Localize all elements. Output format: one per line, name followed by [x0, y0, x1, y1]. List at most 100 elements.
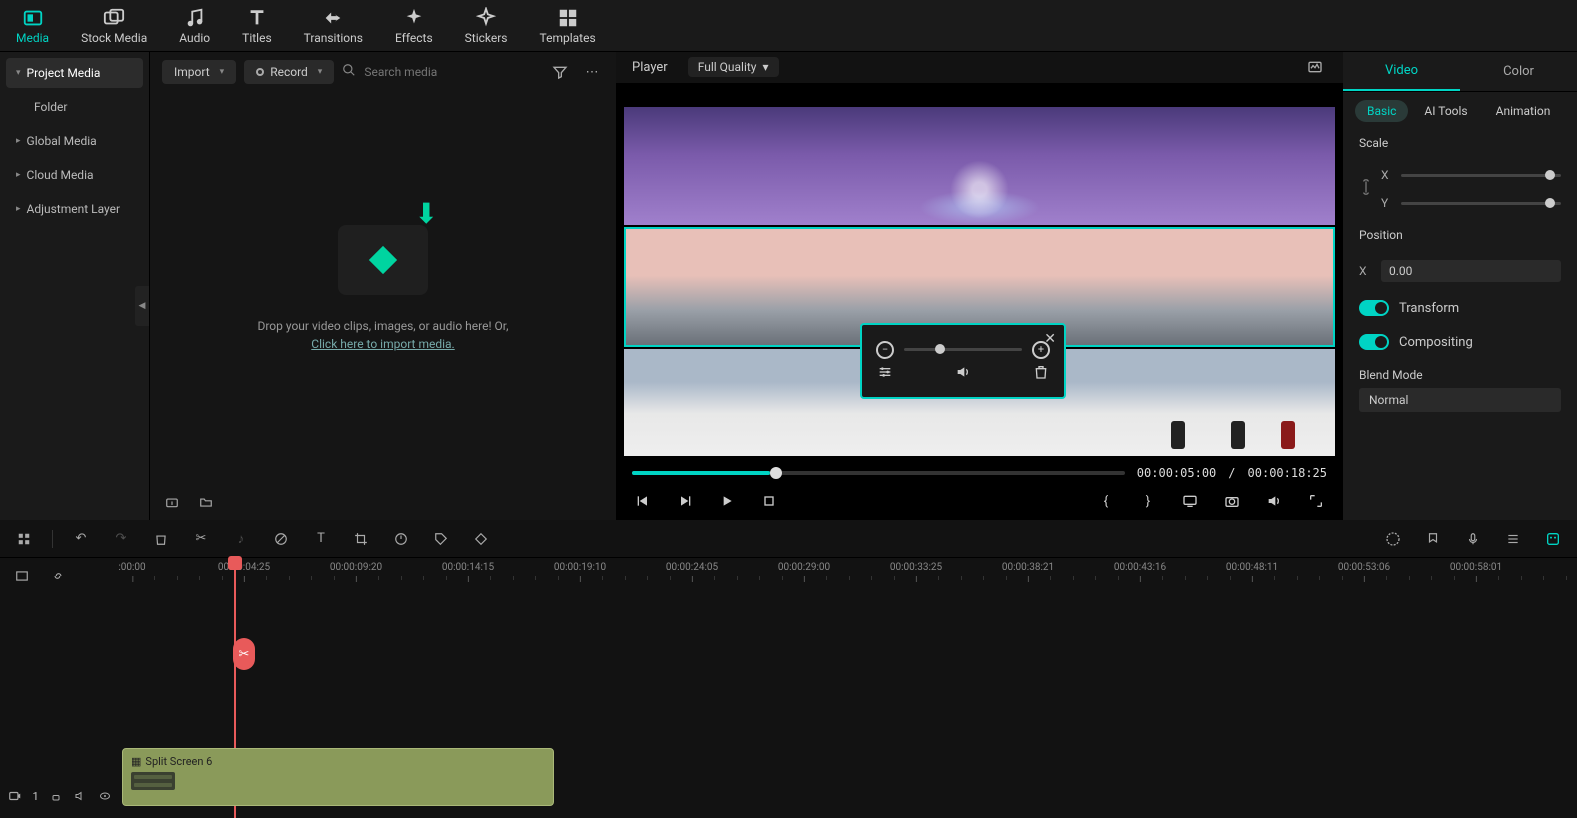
- mark-in-button[interactable]: {: [1095, 490, 1117, 512]
- search-icon: [342, 63, 356, 81]
- marker-button[interactable]: [1421, 527, 1445, 551]
- speaker-icon[interactable]: [954, 363, 972, 381]
- subtab-animation[interactable]: Animation: [1484, 100, 1563, 122]
- speed-button[interactable]: [389, 527, 413, 551]
- mask-button[interactable]: [269, 527, 293, 551]
- collapse-sidebar-button[interactable]: ◀: [135, 286, 149, 326]
- sidebar-folder[interactable]: Folder: [6, 92, 143, 122]
- undo-button[interactable]: ↶: [69, 527, 93, 551]
- nav-audio[interactable]: Audio: [163, 0, 226, 51]
- nav-stickers[interactable]: Stickers: [449, 0, 524, 51]
- playback-scrubber[interactable]: [632, 471, 1125, 475]
- link-button[interactable]: [46, 564, 70, 588]
- trash-icon[interactable]: [1032, 363, 1050, 381]
- player-canvas[interactable]: ✕ − +: [624, 107, 1335, 456]
- timeline-layout-button[interactable]: [12, 527, 36, 551]
- import-button[interactable]: Import▾: [162, 60, 236, 84]
- new-folder-button[interactable]: [194, 490, 218, 514]
- scale-y-label: Y: [1381, 196, 1393, 210]
- redo-button[interactable]: ↷: [109, 527, 133, 551]
- blend-mode-label: Blend Mode: [1359, 368, 1561, 382]
- split-marker[interactable]: ✂: [233, 638, 255, 670]
- timeline-tracks[interactable]: ✂ ▦Split Screen 6: [120, 594, 1577, 818]
- media-drop-zone[interactable]: ⬇ Drop your video clips, images, or audi…: [150, 92, 616, 484]
- new-bin-button[interactable]: [160, 490, 184, 514]
- color-tag-button[interactable]: [429, 527, 453, 551]
- import-media-link[interactable]: Click here to import media.: [311, 337, 454, 351]
- ruler-tick: 00:00:09:20: [330, 562, 382, 573]
- stop-button[interactable]: [758, 490, 780, 512]
- preview-pane-1: [624, 107, 1335, 225]
- voiceover-button[interactable]: [1461, 527, 1485, 551]
- mixer-button[interactable]: [1501, 527, 1525, 551]
- search-input[interactable]: [364, 65, 484, 79]
- keyframe-button[interactable]: [469, 527, 493, 551]
- audio-detach-button[interactable]: ♪: [229, 527, 253, 551]
- display-button[interactable]: [1179, 490, 1201, 512]
- track-video-icon[interactable]: [8, 784, 22, 808]
- mark-out-button[interactable]: }: [1137, 490, 1159, 512]
- crop-button[interactable]: [349, 527, 373, 551]
- nav-titles[interactable]: Titles: [226, 0, 287, 51]
- position-x-input[interactable]: [1381, 260, 1561, 282]
- subtab-ai-tools[interactable]: AI Tools: [1412, 100, 1479, 122]
- chevron-down-icon: ▾: [220, 67, 225, 77]
- compositing-label: Compositing: [1399, 335, 1473, 350]
- text-button[interactable]: T: [309, 527, 333, 551]
- more-options-button[interactable]: ⋯: [580, 60, 604, 84]
- snapshot-button[interactable]: [1221, 490, 1243, 512]
- sidebar-cloud-media[interactable]: ▸Cloud Media: [6, 160, 143, 190]
- split-screen-icon: ▦: [131, 755, 141, 768]
- timeline-view-button[interactable]: [10, 564, 34, 588]
- fullscreen-button[interactable]: [1305, 490, 1327, 512]
- nav-media-label: Media: [16, 31, 49, 45]
- render-button[interactable]: [1381, 527, 1405, 551]
- nav-templates-label: Templates: [540, 31, 596, 45]
- blend-mode-select[interactable]: Normal: [1359, 388, 1561, 412]
- close-icon[interactable]: ✕: [1044, 331, 1056, 347]
- ruler-tick: 00:00:43:16: [1114, 562, 1166, 573]
- compositing-toggle[interactable]: [1359, 334, 1389, 350]
- prev-frame-button[interactable]: [632, 490, 654, 512]
- nav-media[interactable]: Media: [0, 0, 65, 51]
- nav-effects[interactable]: Effects: [379, 0, 449, 51]
- volume-button[interactable]: [1263, 490, 1285, 512]
- inspector-tab-video[interactable]: Video: [1343, 52, 1460, 91]
- nav-stickers-label: Stickers: [465, 31, 508, 45]
- track-lock-button[interactable]: [49, 784, 63, 808]
- chevron-down-icon: ▾: [318, 67, 323, 77]
- timeline-ruler[interactable]: :00:0000:00:04:2500:00:09:2000:00:14:150…: [120, 558, 1577, 594]
- track-mute-button[interactable]: [73, 784, 87, 808]
- nav-stock-label: Stock Media: [81, 31, 147, 45]
- subtab-basic[interactable]: Basic: [1355, 100, 1408, 122]
- nav-transitions[interactable]: Transitions: [288, 0, 379, 51]
- ai-button[interactable]: [1541, 527, 1565, 551]
- timeline-clip[interactable]: ▦Split Screen 6: [122, 748, 554, 806]
- track-visibility-button[interactable]: [98, 784, 112, 808]
- scale-x-slider[interactable]: [1401, 174, 1561, 177]
- adjust-icon[interactable]: [876, 363, 894, 381]
- split-button[interactable]: ✂: [189, 527, 213, 551]
- ruler-tick: 00:00:33:25: [890, 562, 942, 573]
- zoom-out-button[interactable]: −: [876, 341, 894, 359]
- record-button[interactable]: Record▾: [244, 60, 334, 84]
- next-frame-button[interactable]: [674, 490, 696, 512]
- sidebar-global-media[interactable]: ▸Global Media: [6, 126, 143, 156]
- zoom-slider[interactable]: [904, 348, 1022, 351]
- filter-button[interactable]: [548, 60, 572, 84]
- sidebar-project-media[interactable]: ▾Project Media: [6, 58, 143, 88]
- delete-button[interactable]: [149, 527, 173, 551]
- clip-thumbnail: [131, 772, 175, 790]
- time-separator: /: [1228, 466, 1235, 480]
- lock-icon[interactable]: [1359, 177, 1373, 201]
- ruler-tick: 00:00:04:25: [218, 562, 270, 573]
- quality-select[interactable]: Full Quality▾: [688, 57, 779, 77]
- sidebar-adjustment-layer[interactable]: ▸Adjustment Layer: [6, 194, 143, 224]
- nav-templates[interactable]: Templates: [524, 0, 612, 51]
- snapshot-compare-button[interactable]: [1303, 55, 1327, 79]
- transform-toggle[interactable]: [1359, 300, 1389, 316]
- play-button[interactable]: [716, 490, 738, 512]
- scale-y-slider[interactable]: [1401, 202, 1561, 205]
- inspector-tab-color[interactable]: Color: [1460, 52, 1577, 91]
- nav-stock-media[interactable]: Stock Media: [65, 0, 163, 51]
